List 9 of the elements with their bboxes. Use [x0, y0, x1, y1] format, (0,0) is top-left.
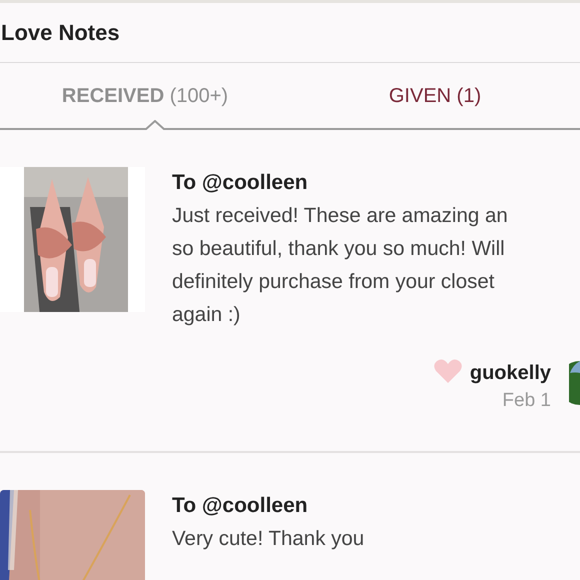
page-title: Love Notes: [0, 19, 120, 47]
tab[interactable]: GIVEN (1): [290, 63, 580, 128]
username[interactable]: guokelly: [470, 359, 551, 387]
recipient: To @coolleen: [172, 493, 309, 519]
note-text: Just received! These are amazing an so beautiful, thank you so much! Will definitely purchase from your closet again :): [172, 203, 509, 328]
note-date: Feb 1: [502, 389, 551, 413]
note-text: Very cute! Thank you: [172, 526, 366, 552]
recipient: To @coolleen: [172, 170, 309, 196]
avatar[interactable]: [569, 361, 580, 405]
